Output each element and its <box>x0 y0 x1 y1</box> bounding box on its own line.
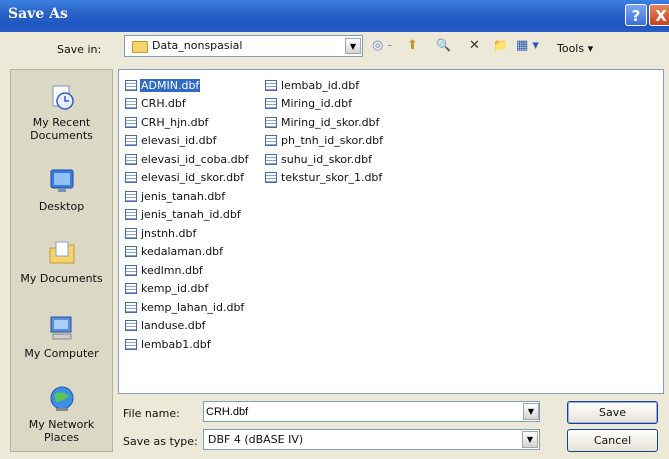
file-item[interactable]: elevasi_id.dbf <box>125 132 218 148</box>
desktop-icon <box>50 169 73 192</box>
dbf-file-icon <box>125 227 137 239</box>
my-computer-icon <box>50 316 71 340</box>
save-as-type-label: Save as type: <box>123 435 198 448</box>
file-item[interactable]: CRH.dbf <box>125 95 187 111</box>
save-button[interactable]: Save <box>567 401 658 424</box>
file-item[interactable]: jenis_tanah_id.dbf <box>125 206 242 222</box>
chevron-down-icon[interactable]: ▼ <box>345 38 361 54</box>
file-item[interactable]: lembab1.dbf <box>125 336 212 352</box>
dbf-file-icon <box>125 264 137 276</box>
close-button[interactable]: X <box>649 4 669 26</box>
file-item[interactable]: kedalaman.dbf <box>125 243 224 259</box>
dbf-file-icon <box>125 245 137 257</box>
network-places-icon <box>50 386 73 411</box>
dbf-file-icon <box>125 116 137 128</box>
file-item[interactable]: ph_tnh_id_skor.dbf <box>265 132 384 148</box>
dbf-file-icon <box>125 190 137 202</box>
file-item[interactable]: elevasi_id_skor.dbf <box>125 169 245 185</box>
place-my-computer[interactable]: My Computer <box>11 313 112 360</box>
dbf-file-icon <box>265 134 277 146</box>
dbf-file-icon <box>125 153 137 165</box>
dbf-file-icon <box>265 116 277 128</box>
dbf-file-icon <box>265 79 277 91</box>
views-button[interactable]: ▦ ▾ <box>516 38 539 53</box>
save-in-label: Save in: <box>57 43 102 56</box>
file-list[interactable]: ADMIN.dbf CRH.dbf CRH_hjn.dbf elevasi_id… <box>118 69 664 394</box>
dbf-file-icon <box>125 282 137 294</box>
file-name-label: File name: <box>123 407 180 420</box>
place-my-recent-documents[interactable]: My Recent Documents <box>11 82 112 142</box>
save-in-dropdown[interactable]: Data_nonspasial ▼ <box>124 35 363 57</box>
dbf-file-icon <box>265 171 277 183</box>
up-folder-button[interactable]: ⬆ <box>407 38 418 53</box>
file-item[interactable]: Miring_id_skor.dbf <box>265 114 380 130</box>
places-bar: My Recent Documents Desktop My Documents <box>10 69 113 452</box>
dbf-file-icon <box>125 319 137 331</box>
file-name-input[interactable] <box>203 401 540 422</box>
place-desktop[interactable]: Desktop <box>11 166 112 213</box>
file-item[interactable]: landuse.dbf <box>125 317 207 333</box>
back-button[interactable]: ◎ - <box>372 38 392 53</box>
search-web-button[interactable]: 🔍 <box>436 38 451 52</box>
recent-documents-icon <box>52 85 74 110</box>
save-as-type-value: DBF 4 (dBASE IV) <box>208 433 304 446</box>
file-item[interactable]: CRH_hjn.dbf <box>125 114 209 130</box>
dbf-file-icon <box>125 338 137 350</box>
delete-button[interactable]: ✕ <box>469 38 480 53</box>
save-in-value: Data_nonspasial <box>152 39 243 52</box>
file-item[interactable]: jnstnh.dbf <box>125 225 197 241</box>
file-item[interactable]: Miring_id.dbf <box>265 95 353 111</box>
dbf-file-icon <box>125 208 137 220</box>
dbf-file-icon <box>125 97 137 109</box>
file-item[interactable]: kemp_lahan_id.dbf <box>125 299 245 315</box>
dbf-file-icon <box>125 171 137 183</box>
save-as-dialog: Save As ? X Save in: Data_nonspasial ▼ ◎… <box>0 0 669 459</box>
help-button[interactable]: ? <box>625 4 647 26</box>
chevron-down-icon[interactable]: ▼ <box>523 403 539 420</box>
file-item[interactable]: ADMIN.dbf <box>125 77 201 93</box>
file-item[interactable]: elevasi_id_coba.dbf <box>125 151 250 167</box>
place-label: My Documents <box>20 272 103 285</box>
dbf-file-icon <box>265 97 277 109</box>
tools-menu[interactable]: Tools ▾ <box>557 42 593 55</box>
cancel-button[interactable]: Cancel <box>567 429 658 452</box>
new-folder-button[interactable]: 📁 <box>493 38 508 52</box>
dbf-file-icon <box>125 301 137 313</box>
my-documents-icon <box>49 241 74 264</box>
window-title: Save As <box>8 6 68 22</box>
file-item[interactable]: tekstur_skor_1.dbf <box>265 169 383 185</box>
chevron-down-icon[interactable]: ▼ <box>522 431 538 448</box>
title-bar[interactable]: Save As ? X <box>0 0 669 32</box>
dbf-file-icon <box>125 134 137 146</box>
save-as-type-dropdown[interactable]: DBF 4 (dBASE IV) ▼ <box>203 429 540 450</box>
place-label: My Computer <box>24 347 99 360</box>
place-my-network-places[interactable]: My Network Places <box>11 384 112 444</box>
file-item[interactable]: jenis_tanah.dbf <box>125 188 226 204</box>
place-label: Desktop <box>38 200 85 213</box>
place-label: My Network Places <box>28 418 95 444</box>
file-item[interactable]: suhu_id_skor.dbf <box>265 151 373 167</box>
place-my-documents[interactable]: My Documents <box>11 238 112 285</box>
file-item[interactable]: lembab_id.dbf <box>265 77 360 93</box>
file-item[interactable]: kemp_id.dbf <box>125 280 209 296</box>
dbf-file-icon <box>265 153 277 165</box>
folder-icon <box>132 41 148 53</box>
file-item[interactable]: kedlmn.dbf <box>125 262 204 278</box>
place-label: My Recent Documents <box>30 116 93 142</box>
dbf-file-icon <box>125 79 137 91</box>
